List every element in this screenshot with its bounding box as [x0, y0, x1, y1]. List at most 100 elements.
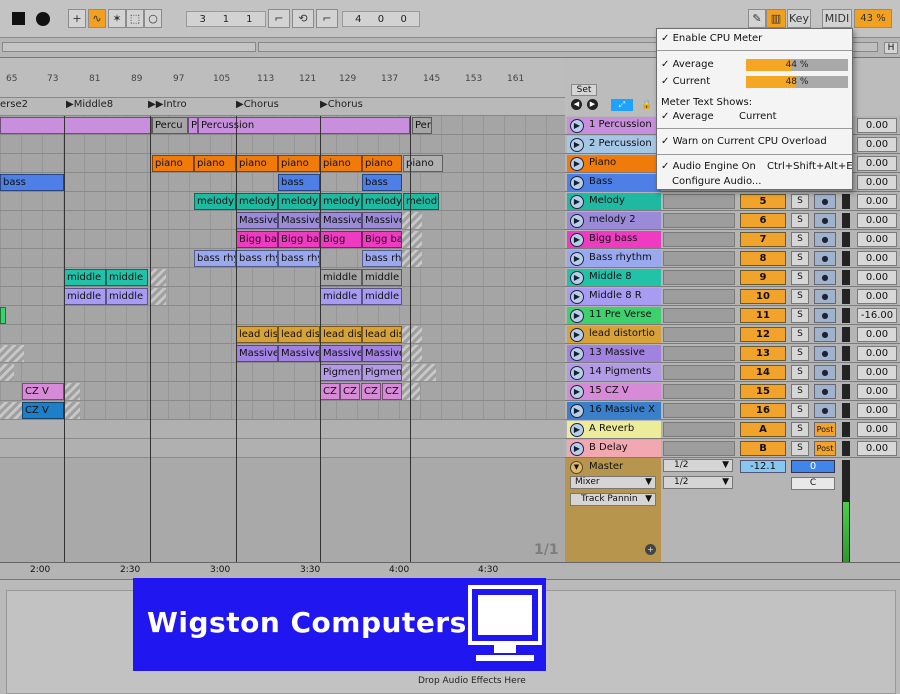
track-name[interactable]: ▶ Middle 8: [567, 269, 661, 286]
lane-cz-v[interactable]: CZ V CZ V CZ V CZ V CZ V: [0, 382, 565, 401]
lane-lead-distortion[interactable]: lead dist lead dist lead dist lead dist: [0, 325, 565, 344]
clip[interactable]: middle 8: [64, 288, 106, 305]
lane-middle-8-r[interactable]: middle 8 middle 8 middle 8 middle 8: [0, 287, 565, 306]
clip[interactable]: melody: [236, 193, 278, 210]
solo-button[interactable]: S: [791, 365, 809, 380]
track-name[interactable]: ▶ B Delay: [567, 440, 661, 457]
menu-meter-text-current[interactable]: Current: [739, 111, 777, 122]
solo-button[interactable]: S: [791, 232, 809, 247]
track-volume[interactable]: 0.00: [857, 175, 897, 190]
beat-time-ruler[interactable]: 65 73 81 89 97 105 113 121 129 137 145 1…: [0, 58, 565, 98]
locator-verse2[interactable]: erse2: [0, 99, 28, 110]
track-name[interactable]: ▶ Middle 8 R: [567, 288, 661, 305]
track-number[interactable]: 5: [740, 194, 786, 209]
clip[interactable]: CZ V: [22, 383, 64, 400]
key-map-button[interactable]: Key: [787, 9, 811, 28]
track-header-bass-rhythm[interactable]: ▶ Bass rhythm 8 S ● 0.00: [565, 249, 900, 268]
clip[interactable]: piano: [278, 155, 320, 172]
loop-length[interactable]: 4 0 0: [342, 11, 420, 27]
arm-icon[interactable]: ●: [814, 327, 836, 342]
track-volume[interactable]: 0.00: [857, 118, 897, 133]
track-number[interactable]: 16: [740, 403, 786, 418]
track-volume[interactable]: 0.00: [857, 289, 897, 304]
clip[interactable]: piano: [236, 155, 278, 172]
prev-locator-icon[interactable]: ◀: [571, 99, 582, 110]
track-play-icon[interactable]: ▶: [570, 404, 584, 418]
track-volume[interactable]: 0.00: [857, 213, 897, 228]
track-volume[interactable]: 0.00: [857, 365, 897, 380]
track-number[interactable]: B: [740, 441, 786, 456]
overdub-button[interactable]: +: [68, 9, 86, 28]
lane-massive[interactable]: Massive Massive Massive Massive: [0, 344, 565, 363]
automation-arm-button[interactable]: ∿: [88, 9, 106, 28]
post-button[interactable]: Post: [814, 441, 836, 456]
locator-chorus-1[interactable]: ▶Chorus: [236, 99, 279, 110]
track-number[interactable]: 7: [740, 232, 786, 247]
clip[interactable]: piano: [152, 155, 194, 172]
clip-slot[interactable]: [663, 308, 735, 323]
lane-middle-8[interactable]: middle 8 middle 8 middle 8 middle 8: [0, 268, 565, 287]
clip-slot[interactable]: [663, 270, 735, 285]
track-number[interactable]: 14: [740, 365, 786, 380]
clip[interactable]: lead dist: [362, 326, 402, 343]
track-name[interactable]: ▶ 11 Pre Verse: [567, 307, 661, 324]
track-name[interactable]: ▶ Piano: [567, 155, 661, 172]
menu-audio-engine[interactable]: ✓ Audio Engine On: [661, 161, 756, 172]
menu-current[interactable]: ✓ Current: [661, 76, 710, 87]
track-header-bigg-bass[interactable]: ▶ Bigg bass 7 S ● 0.00: [565, 230, 900, 249]
arrangement-view[interactable]: Percu P Percussion Per piano piano piano…: [0, 116, 565, 562]
clip[interactable]: [0, 307, 6, 324]
loop-length-bar[interactable]: 4: [355, 14, 361, 25]
clip[interactable]: middle 8: [362, 269, 402, 286]
h-label[interactable]: H: [884, 42, 898, 54]
lane-melody[interactable]: melody melody melody melody melody melod…: [0, 192, 565, 211]
arm-icon[interactable]: ●: [814, 213, 836, 228]
master-output-routing-1[interactable]: 1/2 ▼: [663, 459, 733, 472]
track-number[interactable]: 8: [740, 251, 786, 266]
arm-icon[interactable]: ●: [814, 194, 836, 209]
locator-intro[interactable]: ▶▶Intro: [148, 99, 187, 110]
position-bar[interactable]: 3: [199, 14, 205, 25]
track-play-icon[interactable]: ▶: [570, 157, 584, 171]
track-header-melody[interactable]: ▶ Melody 5 S ● 0.00: [565, 192, 900, 211]
clip[interactable]: bass: [0, 174, 64, 191]
track-name[interactable]: ▶ Melody: [567, 193, 661, 210]
clip[interactable]: middle 8: [320, 269, 362, 286]
track-play-icon[interactable]: ▶: [570, 328, 584, 342]
clip-slot[interactable]: [663, 365, 735, 380]
lock-icon[interactable]: 🔒: [640, 99, 654, 111]
solo-button[interactable]: S: [791, 346, 809, 361]
loop-length-beat[interactable]: 0: [378, 14, 384, 25]
arm-icon[interactable]: ●: [814, 308, 836, 323]
solo-button[interactable]: S: [791, 422, 809, 437]
add-track-icon[interactable]: +: [645, 544, 656, 555]
track-header-13-massive[interactable]: ▶ 13 Massive 13 S ● 0.00: [565, 344, 900, 363]
track-name[interactable]: ▶ lead distortio: [567, 326, 661, 343]
locator-strip[interactable]: erse2 ▶Middle8 ▶▶Intro ▶Chorus ▶Chorus: [0, 98, 565, 116]
track-header-16-massive-x[interactable]: ▶ 16 Massive X 16 S ● 0.00: [565, 401, 900, 420]
clip-slot[interactable]: [663, 213, 735, 228]
clip-slot[interactable]: [663, 384, 735, 399]
stop-button[interactable]: [12, 12, 25, 25]
track-header-14-pigments[interactable]: ▶ 14 Pigments 14 S ● 0.00: [565, 363, 900, 382]
clip[interactable]: CZ V: [361, 383, 381, 400]
clip-slot[interactable]: [663, 289, 735, 304]
arrangement-position[interactable]: 3 1 1: [186, 11, 266, 27]
track-play-icon[interactable]: ▶: [570, 309, 584, 323]
solo-button[interactable]: S: [791, 327, 809, 342]
lane-b-delay[interactable]: [0, 439, 565, 458]
midi-map-button[interactable]: MIDI: [822, 9, 852, 28]
clip[interactable]: CZ V: [340, 383, 360, 400]
clip[interactable]: melody: [194, 193, 236, 210]
reenable-automation-button[interactable]: ✶: [108, 9, 126, 28]
locator-middle8[interactable]: ▶Middle8: [66, 99, 113, 110]
capture-midi-button[interactable]: ⬚: [126, 9, 144, 28]
track-play-icon[interactable]: ▶: [570, 252, 584, 266]
track-name[interactable]: ▶ Bass rhythm: [567, 250, 661, 267]
arm-icon[interactable]: ●: [814, 384, 836, 399]
clip[interactable]: piano: [403, 155, 443, 172]
arm-icon[interactable]: ●: [814, 403, 836, 418]
track-name[interactable]: ▶ melody 2: [567, 212, 661, 229]
clip[interactable]: bass: [278, 174, 320, 191]
track-number[interactable]: 15: [740, 384, 786, 399]
